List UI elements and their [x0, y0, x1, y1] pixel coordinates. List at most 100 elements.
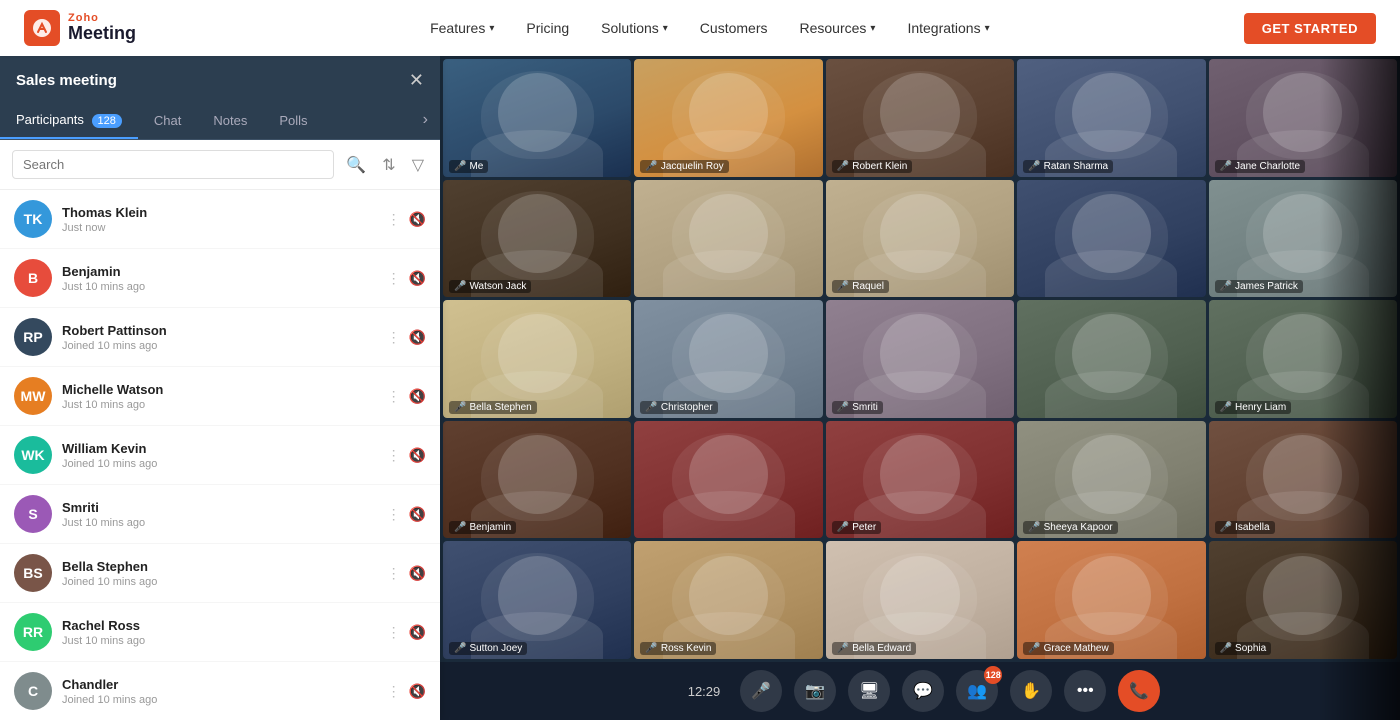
mic-status-icon: 🎤 [1220, 643, 1232, 654]
video-cell[interactable]: 🎤 Isabella [1209, 421, 1397, 539]
close-button[interactable]: ✕ [409, 70, 424, 101]
chat-button[interactable]: 💬 [902, 670, 944, 712]
video-cell[interactable]: 🎤 Christopher [634, 300, 822, 418]
video-cell[interactable]: 🎤 Raquel [826, 180, 1014, 298]
search-input[interactable] [12, 150, 334, 179]
more-options-icon[interactable]: ⋮ [387, 624, 401, 641]
mute-icon[interactable]: 🔇 [409, 447, 426, 464]
tab-chat[interactable]: Chat [138, 103, 197, 138]
participant-actions: ⋮ 🔇 [387, 329, 426, 346]
mic-status-icon: 🎤 [454, 161, 466, 172]
video-grid: 🎤 Me🎤 Jacquelin Roy 🎤 Robert Klein 🎤 Ratan… [440, 56, 1400, 662]
mute-icon[interactable]: 🔇 [409, 565, 426, 582]
features-chevron: ▾ [489, 23, 494, 34]
video-cell[interactable]: 🎤 Henry Liam [1209, 300, 1397, 418]
tab-participants[interactable]: Participants 128 [0, 102, 138, 139]
person-body [663, 491, 795, 538]
nav-features[interactable]: Features ▾ [418, 12, 506, 44]
person-video [1017, 59, 1205, 177]
video-cell[interactable]: 🎤 Me [443, 59, 631, 177]
more-options-icon[interactable]: ⋮ [387, 506, 401, 523]
video-cell[interactable]: 🎤 Sophia [1209, 541, 1397, 659]
video-cell[interactable]: 🎤 Peter [826, 421, 1014, 539]
video-cell[interactable] [634, 421, 822, 539]
video-cell[interactable] [634, 180, 822, 298]
more-options-icon[interactable]: ⋮ [387, 565, 401, 582]
video-cell[interactable] [1017, 300, 1205, 418]
mute-icon[interactable]: 🔇 [409, 683, 426, 700]
video-cell-label: 🎤 Watson Jack [449, 280, 531, 293]
participant-info: Bella Stephen Joined 10 mins ago [62, 559, 377, 588]
nav-integrations[interactable]: Integrations ▾ [895, 12, 1001, 44]
logo[interactable]: Zoho Meeting [24, 10, 136, 46]
video-cell[interactable]: 🎤 Smriti [826, 300, 1014, 418]
mute-icon[interactable]: 🔇 [409, 270, 426, 287]
tab-polls[interactable]: Polls [263, 103, 323, 138]
nav-pricing[interactable]: Pricing [514, 12, 581, 44]
more-options-icon[interactable]: ⋮ [387, 329, 401, 346]
video-cell-label: 🎤 Jane Charlotte [1215, 160, 1306, 173]
tab-notes[interactable]: Notes [197, 103, 263, 138]
tabs-chevron[interactable]: › [411, 101, 440, 139]
video-cell[interactable]: 🎤 Jane Charlotte [1209, 59, 1397, 177]
mic-status-icon: 🎤 [1220, 522, 1232, 533]
mute-icon[interactable]: 🔇 [409, 506, 426, 523]
video-cell[interactable]: 🎤 James Patrick [1209, 180, 1397, 298]
video-cell-label: 🎤 Robert Klein [832, 160, 912, 173]
participant-actions: ⋮ 🔇 [387, 447, 426, 464]
filter-icon[interactable]: ▽ [408, 153, 428, 177]
participant-name: Chandler [62, 677, 377, 692]
more-options-icon[interactable]: ⋮ [387, 211, 401, 228]
more-options-icon[interactable]: ⋮ [387, 388, 401, 405]
participant-info: Chandler Joined 10 mins ago [62, 677, 377, 706]
more-options-icon[interactable]: ⋮ [387, 447, 401, 464]
mute-icon[interactable]: 🔇 [409, 624, 426, 641]
person-video [1017, 180, 1205, 298]
list-item: WK William Kevin Joined 10 mins ago ⋮ 🔇 [0, 426, 440, 485]
video-cell[interactable]: 🎤 Ratan Sharma [1017, 59, 1205, 177]
mic-status-icon: 🎤 [454, 281, 466, 292]
more-options-icon[interactable]: ⋮ [387, 270, 401, 287]
nav-solutions[interactable]: Solutions ▾ [589, 12, 680, 44]
avatar: WK [14, 436, 52, 474]
participant-actions: ⋮ 🔇 [387, 270, 426, 287]
nav-resources[interactable]: Resources ▾ [787, 12, 887, 44]
raise-hand-button[interactable]: ✋ [1010, 670, 1052, 712]
video-cell[interactable]: 🎤 Jacquelin Roy [634, 59, 822, 177]
participant-name: Michelle Watson [62, 382, 377, 397]
participant-actions: ⋮ 🔇 [387, 624, 426, 641]
video-cell[interactable]: 🎤 Grace Mathew [1017, 541, 1205, 659]
video-cell[interactable]: 🎤 Robert Klein [826, 59, 1014, 177]
video-cell[interactable]: 🎤 Ross Kevin [634, 541, 822, 659]
video-cell[interactable]: 🎤 Bella Stephen [443, 300, 631, 418]
mute-icon[interactable]: 🔇 [409, 388, 426, 405]
mic-button[interactable]: 🎤 [740, 670, 782, 712]
search-bar: 🔍 ⇅ ▽ [0, 140, 440, 190]
mic-status-icon: 🎤 [837, 281, 849, 292]
participants-toolbar-button[interactable]: 👥 128 [956, 670, 998, 712]
screen-share-button[interactable]: 🖥 [848, 670, 890, 712]
more-button[interactable]: ••• [1064, 670, 1106, 712]
list-item: S Smriti Just 10 mins ago ⋮ 🔇 [0, 485, 440, 544]
video-cell[interactable]: 🎤 Sutton Joey [443, 541, 631, 659]
video-cell[interactable]: 🎤 Benjamin [443, 421, 631, 539]
participant-info: Benjamin Just 10 mins ago [62, 264, 377, 293]
video-cell-label: 🎤 Christopher [640, 401, 717, 414]
mute-icon[interactable]: 🔇 [409, 211, 426, 228]
video-button[interactable]: 📷 [794, 670, 836, 712]
mute-icon[interactable]: 🔇 [409, 329, 426, 346]
video-cell[interactable]: 🎤 Watson Jack [443, 180, 631, 298]
more-options-icon[interactable]: ⋮ [387, 683, 401, 700]
search-icon[interactable]: 🔍 [342, 153, 370, 177]
video-cell[interactable] [1017, 180, 1205, 298]
participant-info: Rachel Ross Just 10 mins ago [62, 618, 377, 647]
end-call-button[interactable]: 📞 [1118, 670, 1160, 712]
mic-status-icon: 🎤 [645, 402, 657, 413]
get-started-button[interactable]: GET STARTED [1244, 13, 1376, 44]
video-cell[interactable]: 🎤 Bella Edward [826, 541, 1014, 659]
mic-status-icon: 🎤 [454, 522, 466, 533]
nav-customers[interactable]: Customers [688, 12, 780, 44]
person-body [1045, 250, 1177, 297]
sort-icon[interactable]: ⇅ [378, 153, 399, 177]
video-cell[interactable]: 🎤 Sheeya Kapoor [1017, 421, 1205, 539]
